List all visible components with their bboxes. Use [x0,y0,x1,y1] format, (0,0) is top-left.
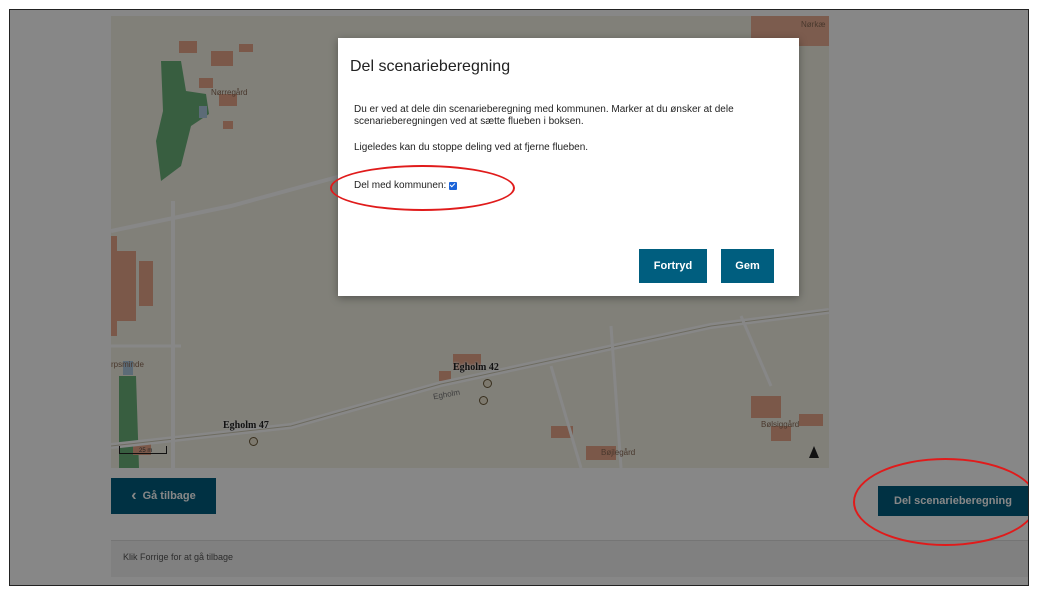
save-button[interactable]: Gem [721,249,774,283]
dialog-description: Du er ved at dele din scenarieberegning … [354,104,734,127]
annotation-circle-checkbox [330,165,515,211]
screenshot-frame: Nørregård Nørkæ rpsminde Bøjlegård Bølsi… [9,9,1029,586]
cancel-button[interactable]: Fortryd [639,249,707,283]
dialog-note: Ligeledes kan du stoppe deling ved at fj… [354,142,589,153]
dialog-title: Del scenarieberegning [350,58,511,75]
annotation-circle-share-button [853,458,1028,546]
